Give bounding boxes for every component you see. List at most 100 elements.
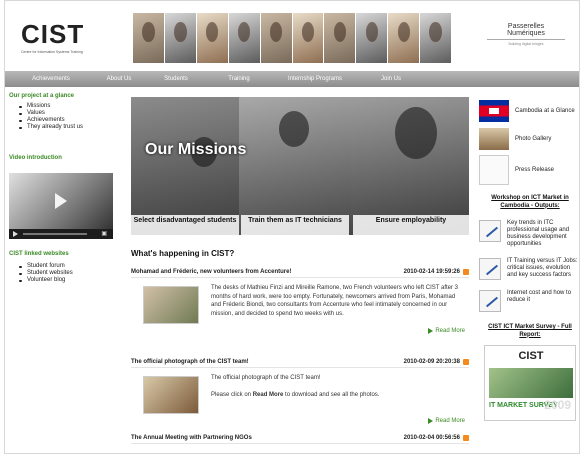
header-photo xyxy=(388,13,420,63)
logo-subtitle: Centre for Information Systems Training xyxy=(21,50,83,54)
news-text-line2: Please click on Read More to download an… xyxy=(211,391,461,400)
nav-internship-programs[interactable]: Internship Programs xyxy=(275,76,355,82)
glance-link-values[interactable]: Values xyxy=(19,110,119,117)
browser-page: CIST Centre for Information Systems Trai… xyxy=(4,0,580,454)
caption-ensure-employability: Ensure employability xyxy=(353,215,469,235)
pen-icon xyxy=(479,290,501,312)
news-date: 2010-02-09 20:20:38 xyxy=(404,359,469,365)
news-header: The Annual Meeting with Partnering NGOs … xyxy=(131,435,469,444)
caption-train-technicians: Train them as IT technicians xyxy=(241,215,349,235)
workshop-item[interactable]: IT Training versus IT Jobs: critical iss… xyxy=(479,258,579,280)
website-link-volunteer-blog[interactable]: Volunteer blog xyxy=(19,277,73,284)
partner-divider xyxy=(487,39,565,40)
survey-cover[interactable]: CIST IT MARKET SURVEY 2009 xyxy=(484,345,576,421)
video-player[interactable]: ▣ xyxy=(9,173,113,239)
missions-banner[interactable]: Our Missions Select disadvantaged studen… xyxy=(131,97,469,235)
news-thumbnail[interactable] xyxy=(143,376,199,414)
arrow-right-icon xyxy=(428,418,434,424)
survey-logo: CIST xyxy=(518,350,544,362)
survey-year: 2009 xyxy=(544,398,571,412)
glance-link-trust[interactable]: They already trust us xyxy=(19,124,119,131)
glance-list: Missions Values Achievements They alread… xyxy=(19,103,119,131)
workshop-item-label: Key trends in ITC professional usage and… xyxy=(507,220,570,247)
partner-name-line1: Passerelles xyxy=(507,23,545,30)
news-body: The desks of Mathieu Finzi and Mireille … xyxy=(131,278,469,336)
survey-title[interactable]: CIST ICT Market Survey - Full Report: xyxy=(479,324,579,339)
workshop-item[interactable]: Internet cost and how to reduce it xyxy=(479,290,579,312)
partner-tagline: Building digital bridges xyxy=(508,42,544,46)
cambodia-flag-icon xyxy=(479,100,509,122)
banner-photo-figure xyxy=(279,111,309,147)
link-gallery-label: Photo Gallery xyxy=(515,135,552,142)
news-date: 2010-02-14 19:59:26 xyxy=(404,269,469,275)
workshop-title[interactable]: Workshop on ICT Market in Cambodia - Out… xyxy=(479,195,579,210)
play-button-icon[interactable] xyxy=(13,231,18,237)
survey-cover-image xyxy=(489,368,573,398)
link-photo-gallery[interactable]: Photo Gallery xyxy=(479,125,579,153)
news-item: Mohamad and Fréderic, new volunteers fro… xyxy=(131,269,469,336)
main-content: Our Missions Select disadvantaged studen… xyxy=(131,97,469,453)
header-photo-strip xyxy=(133,13,452,63)
read-more-link[interactable]: Read More xyxy=(428,328,465,334)
header-photo xyxy=(292,13,324,63)
header-photo xyxy=(420,13,452,63)
partner-logo[interactable]: Passerelles Numériques Building digital … xyxy=(481,23,571,59)
nav-join-us[interactable]: Join Us xyxy=(371,76,411,82)
link-cambodia-label: Cambodia at a Glance xyxy=(515,107,575,114)
glance-link-achievements[interactable]: Achievements xyxy=(19,117,119,124)
website-link-student-websites[interactable]: Student websites xyxy=(19,270,73,277)
nav-students[interactable]: Students xyxy=(151,76,201,82)
news-title[interactable]: Mohamad and Fréderic, new volunteers fro… xyxy=(131,269,291,275)
news-body: The official photograph of the CIST team… xyxy=(131,368,469,426)
news-header: The official photograph of the CIST team… xyxy=(131,359,469,368)
fullscreen-icon[interactable]: ▣ xyxy=(101,230,107,237)
websites-list: Student forum Student websites Volunteer… xyxy=(19,263,73,284)
press-release-icon xyxy=(479,155,509,185)
news-header: Mohamad and Fréderic, new volunteers fro… xyxy=(131,269,469,278)
video-title: Video introduction xyxy=(9,155,62,161)
news-date: 2010-02-04 00:56:56 xyxy=(404,435,469,441)
read-more-label: Read More xyxy=(435,328,465,334)
news-title[interactable]: The official photograph of the CIST team… xyxy=(131,359,249,365)
websites-title: CIST linked websites xyxy=(9,251,69,257)
banner-photo-figure xyxy=(395,107,437,159)
rss-icon[interactable] xyxy=(463,435,469,441)
nav-about-us[interactable]: About Us xyxy=(95,76,143,82)
nav-training[interactable]: Training xyxy=(219,76,259,82)
news-title[interactable]: The Annual Meeting with Partnering NGOs xyxy=(131,435,252,441)
workshop-item[interactable]: Key trends in ITC professional usage and… xyxy=(479,220,579,248)
logo-mark: CIST xyxy=(21,19,85,49)
news-date-text: 2010-02-14 19:59:26 xyxy=(403,269,460,275)
read-more-link[interactable]: Read More xyxy=(428,418,465,424)
workshop-item-label: IT Training versus IT Jobs: critical iss… xyxy=(507,258,578,278)
video-progress-track[interactable] xyxy=(23,233,87,235)
workshop-item-label: Internet cost and how to reduce it xyxy=(507,290,572,303)
link-press-release[interactable]: Press Release xyxy=(479,153,579,187)
pen-icon xyxy=(479,258,501,280)
header-photo xyxy=(196,13,228,63)
header-photo xyxy=(324,13,356,63)
rss-icon[interactable] xyxy=(463,269,469,275)
glance-title: Our project at a glance xyxy=(9,93,75,99)
video-play-icon[interactable] xyxy=(55,193,67,209)
link-press-label: Press Release xyxy=(515,166,555,173)
website-link-forum[interactable]: Student forum xyxy=(19,263,73,270)
rss-icon[interactable] xyxy=(463,359,469,365)
news-item: The official photograph of the CIST team… xyxy=(131,359,469,426)
header-photo xyxy=(260,13,292,63)
link-cambodia[interactable]: Cambodia at a Glance xyxy=(479,97,579,125)
news-text-bold: Read More xyxy=(252,391,284,398)
right-sidebar: Cambodia at a Glance Photo Gallery Press… xyxy=(479,97,579,453)
header-photo xyxy=(164,13,196,63)
news-item: The Annual Meeting with Partnering NGOs … xyxy=(131,435,469,444)
site-header: CIST Centre for Information Systems Trai… xyxy=(5,1,579,69)
news-text: The official photograph of the CIST team… xyxy=(211,374,461,399)
glance-link-missions[interactable]: Missions xyxy=(19,103,119,110)
news-text-suffix: to download and see all the photos. xyxy=(283,391,380,398)
news-date-text: 2010-02-04 00:56:56 xyxy=(403,435,460,441)
news-text: The desks of Mathieu Finzi and Mireille … xyxy=(211,285,458,317)
news-thumbnail[interactable] xyxy=(143,286,199,324)
cist-logo[interactable]: CIST Centre for Information Systems Trai… xyxy=(21,19,121,59)
nav-achievements[interactable]: Achievements xyxy=(21,76,81,82)
banner-title: Our Missions xyxy=(145,141,247,158)
